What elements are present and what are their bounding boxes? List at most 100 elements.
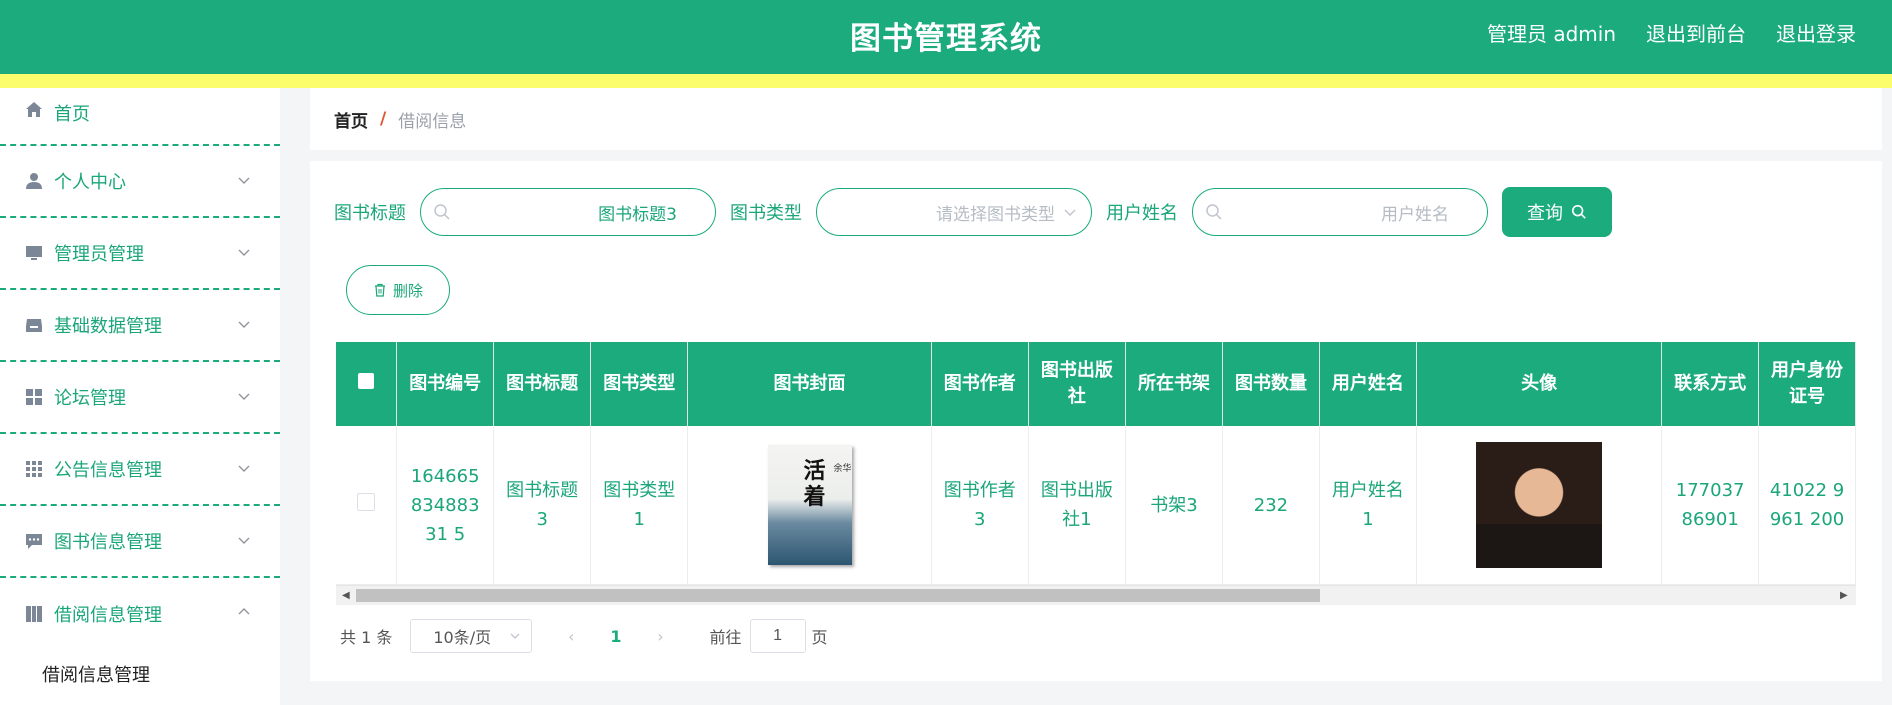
top-bar: 图书管理系统 管理员 admin 退出到前台 退出登录 — [0, 0, 1892, 88]
book-type-select[interactable]: 请选择图书类型 — [816, 188, 1092, 236]
row-checkbox[interactable] — [357, 492, 376, 511]
chevron-down-icon — [238, 537, 250, 544]
sidebar-item-home[interactable]: 首页 — [0, 88, 280, 146]
cell-quantity: 232 — [1222, 426, 1320, 585]
col-header: 图书封面 — [687, 342, 932, 426]
chevron-up-icon — [238, 608, 250, 615]
cell-id-card: 41022 9961 200 — [1758, 426, 1856, 585]
username-input[interactable]: 用户姓名 — [1192, 188, 1488, 236]
search-form: 图书标题 图书标题3 图书类型 请选择图书类型 用户姓名 用户姓名 查询 — [334, 187, 1612, 237]
col-header: 所在书架 — [1125, 342, 1224, 426]
user-avatar-image[interactable] — [1476, 442, 1603, 568]
sidebar-item-announcements[interactable]: 公告信息管理 — [0, 434, 280, 506]
scroll-right-arrow-icon[interactable]: ▶ — [1840, 590, 1850, 601]
book-title-value: 图书标题3 — [598, 204, 677, 225]
delete-button-label: 删除 — [392, 281, 423, 300]
page-number-current[interactable]: 1 — [610, 627, 621, 646]
main-panel: 图书标题 图书标题3 图书类型 请选择图书类型 用户姓名 用户姓名 查询 删除 — [310, 161, 1882, 681]
top-links: 管理员 admin 退出到前台 退出登录 — [1487, 18, 1856, 47]
cell-username: 用户姓名1 — [1319, 426, 1417, 585]
username-placeholder: 用户姓名 — [1381, 204, 1449, 225]
cell-book-no: 16466583488331 5 — [396, 426, 495, 585]
sidebar-item-label: 借阅信息管理 — [54, 605, 162, 626]
grid-icon — [24, 387, 44, 407]
back-to-front-link[interactable]: 退出到前台 — [1646, 18, 1746, 47]
cell-shelf: 书架3 — [1125, 426, 1224, 585]
goto-page-input[interactable] — [749, 619, 806, 653]
query-button[interactable]: 查询 — [1502, 187, 1612, 237]
query-button-label: 查询 — [1527, 203, 1563, 224]
scroll-left-arrow-icon[interactable]: ◀ — [342, 590, 352, 601]
cell-book-cover: 活着 余华 — [687, 426, 932, 585]
next-page-button[interactable]: › — [652, 627, 670, 646]
page-suffix-label: 页 — [811, 628, 828, 647]
sidebar-item-label: 管理员管理 — [54, 244, 144, 265]
home-icon — [24, 100, 44, 120]
goto-label: 前往 — [709, 628, 742, 647]
select-all-checkbox[interactable] — [358, 373, 375, 389]
cover-title: 活着 — [803, 459, 826, 510]
sidebar-item-basic-data[interactable]: 基础数据管理 — [0, 290, 280, 362]
select-all-cell[interactable] — [336, 342, 398, 426]
book-icon — [24, 604, 44, 624]
cell-publisher: 图书出版社1 — [1028, 426, 1126, 585]
pagination-total: 共 1 条 — [340, 628, 393, 647]
delete-button[interactable]: 删除 — [346, 265, 450, 315]
sidebar-item-label: 个人中心 — [54, 172, 126, 193]
row-select-cell[interactable] — [336, 426, 398, 585]
breadcrumb-current: 借阅信息 — [398, 111, 467, 132]
breadcrumb: 首页 / 借阅信息 — [310, 88, 1882, 150]
sidebar-item-book-info[interactable]: 图书信息管理 — [0, 506, 280, 578]
book-title-input[interactable]: 图书标题3 — [420, 188, 716, 236]
col-header: 图书数量 — [1222, 342, 1320, 426]
pagination: 共 1 条 10条/页 ‹ 1 › 前往 页 — [340, 619, 828, 653]
col-header: 图书编号 — [396, 342, 495, 426]
apps-icon — [24, 459, 44, 479]
trash-icon — [374, 283, 385, 297]
chevron-down-icon — [238, 321, 250, 328]
sidebar-item-label: 公告信息管理 — [54, 460, 162, 481]
breadcrumb-separator: / — [380, 109, 387, 129]
search-icon — [1571, 204, 1586, 219]
prev-page-button[interactable]: ‹ — [562, 627, 580, 646]
table-row[interactable]: 16466583488331 5 图书标题3 图书类型1 活着 余华 图书作者3… — [336, 426, 1856, 585]
admin-label: 管理员 admin — [1486, 22, 1616, 46]
breadcrumb-home[interactable]: 首页 — [334, 107, 368, 132]
data-table: 图书编号 图书标题 图书类型 图书封面 图书作者 图书出版社 所在书架 图书数量… — [336, 342, 1856, 585]
sidebar-subitem-borrow-info-management[interactable]: 借阅信息管理 — [0, 650, 280, 698]
col-header: 图书标题 — [493, 342, 592, 426]
col-header: 头像 — [1416, 342, 1663, 426]
cell-book-title: 图书标题3 — [493, 426, 592, 585]
book-title-label: 图书标题 — [334, 203, 406, 224]
header-accent-strip — [0, 74, 1892, 88]
page-size-select[interactable]: 10条/页 — [410, 619, 533, 653]
sidebar-item-label: 基础数据管理 — [54, 316, 162, 337]
chevron-down-icon — [1064, 209, 1076, 216]
sidebar-item-borrow-info[interactable]: 借阅信息管理 — [0, 578, 280, 650]
cell-phone: 17703786901 — [1661, 426, 1760, 585]
book-cover-image[interactable]: 活着 余华 — [767, 445, 852, 565]
table-header-row: 图书编号 图书标题 图书类型 图书封面 图书作者 图书出版社 所在书架 图书数量… — [336, 342, 1856, 426]
chevron-down-icon — [238, 177, 250, 184]
horizontal-scrollbar[interactable]: ◀ ▶ — [336, 585, 1856, 605]
sidebar-item-admin-management[interactable]: 管理员管理 — [0, 218, 280, 290]
scrollbar-thumb[interactable] — [356, 589, 1320, 602]
sidebar-item-personal-center[interactable]: 个人中心 — [0, 146, 280, 218]
user-icon — [24, 171, 44, 191]
page-size-value: 10条/页 — [433, 628, 492, 647]
username-label: 用户姓名 — [1106, 203, 1178, 224]
chevron-down-icon — [238, 249, 250, 256]
logout-link[interactable]: 退出登录 — [1776, 18, 1856, 47]
sidebar: 首页 个人中心 管理员管理 基础数据管理 论坛管理 公告信息管理 图书信息管理 … — [0, 88, 280, 705]
inbox-icon — [24, 315, 44, 335]
search-icon — [1206, 204, 1222, 220]
col-header: 图书作者 — [931, 342, 1029, 426]
chevron-down-icon — [238, 465, 250, 472]
cell-author: 图书作者3 — [931, 426, 1029, 585]
sidebar-item-label: 图书信息管理 — [54, 532, 162, 553]
monitor-icon — [24, 243, 44, 263]
sidebar-item-forum[interactable]: 论坛管理 — [0, 362, 280, 434]
sidebar-item-label: 首页 — [54, 104, 90, 125]
chevron-down-icon — [238, 393, 250, 400]
book-type-placeholder: 请选择图书类型 — [936, 204, 1055, 225]
